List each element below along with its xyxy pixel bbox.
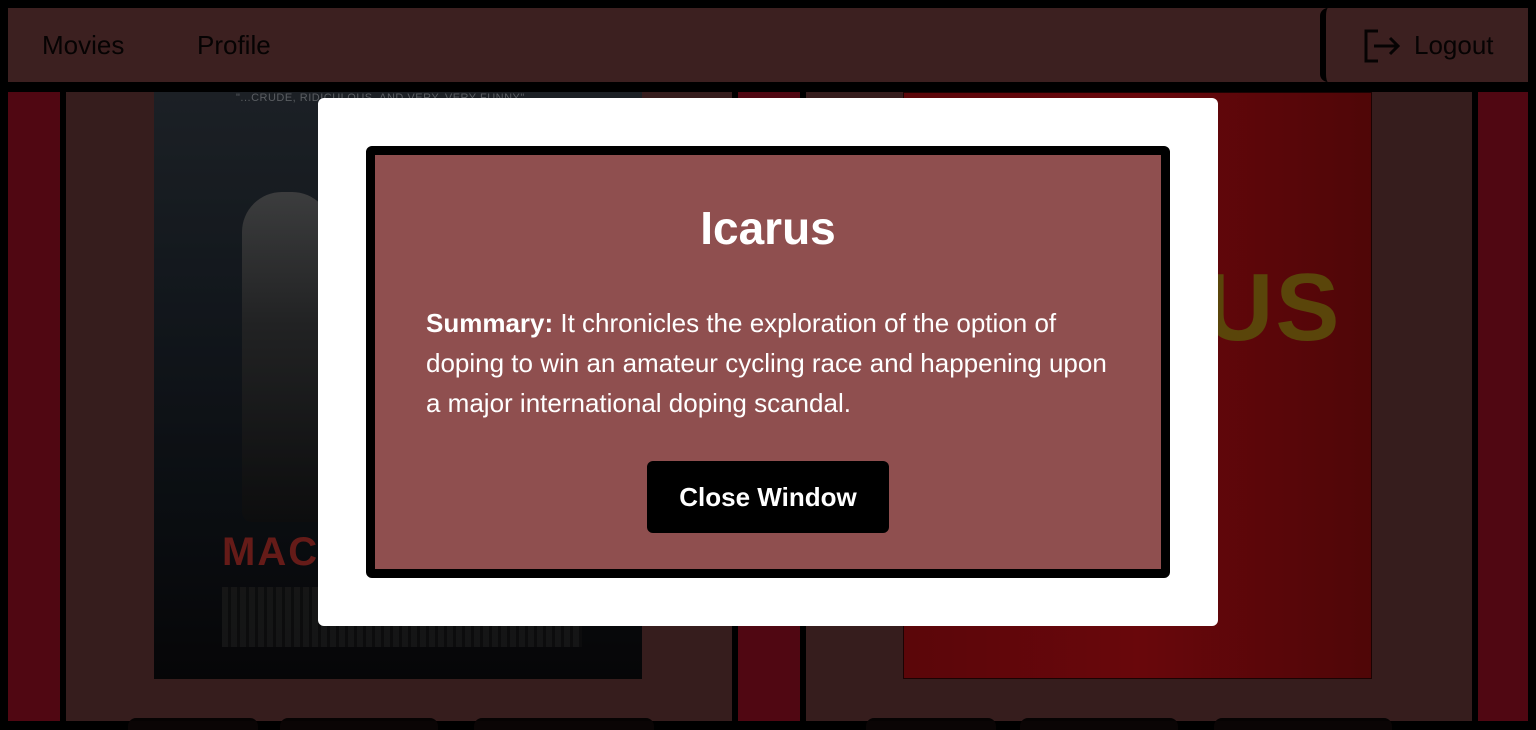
summary-label: Summary: [426,308,554,338]
modal-summary: Summary: It chronicles the exploration o… [426,303,1126,423]
modal-content: Icarus Summary: It chronicles the explor… [366,146,1170,578]
close-window-button[interactable]: Close Window [647,461,889,533]
modal-title: Icarus [700,202,836,254]
movie-details-modal: Icarus Summary: It chronicles the explor… [318,98,1218,626]
